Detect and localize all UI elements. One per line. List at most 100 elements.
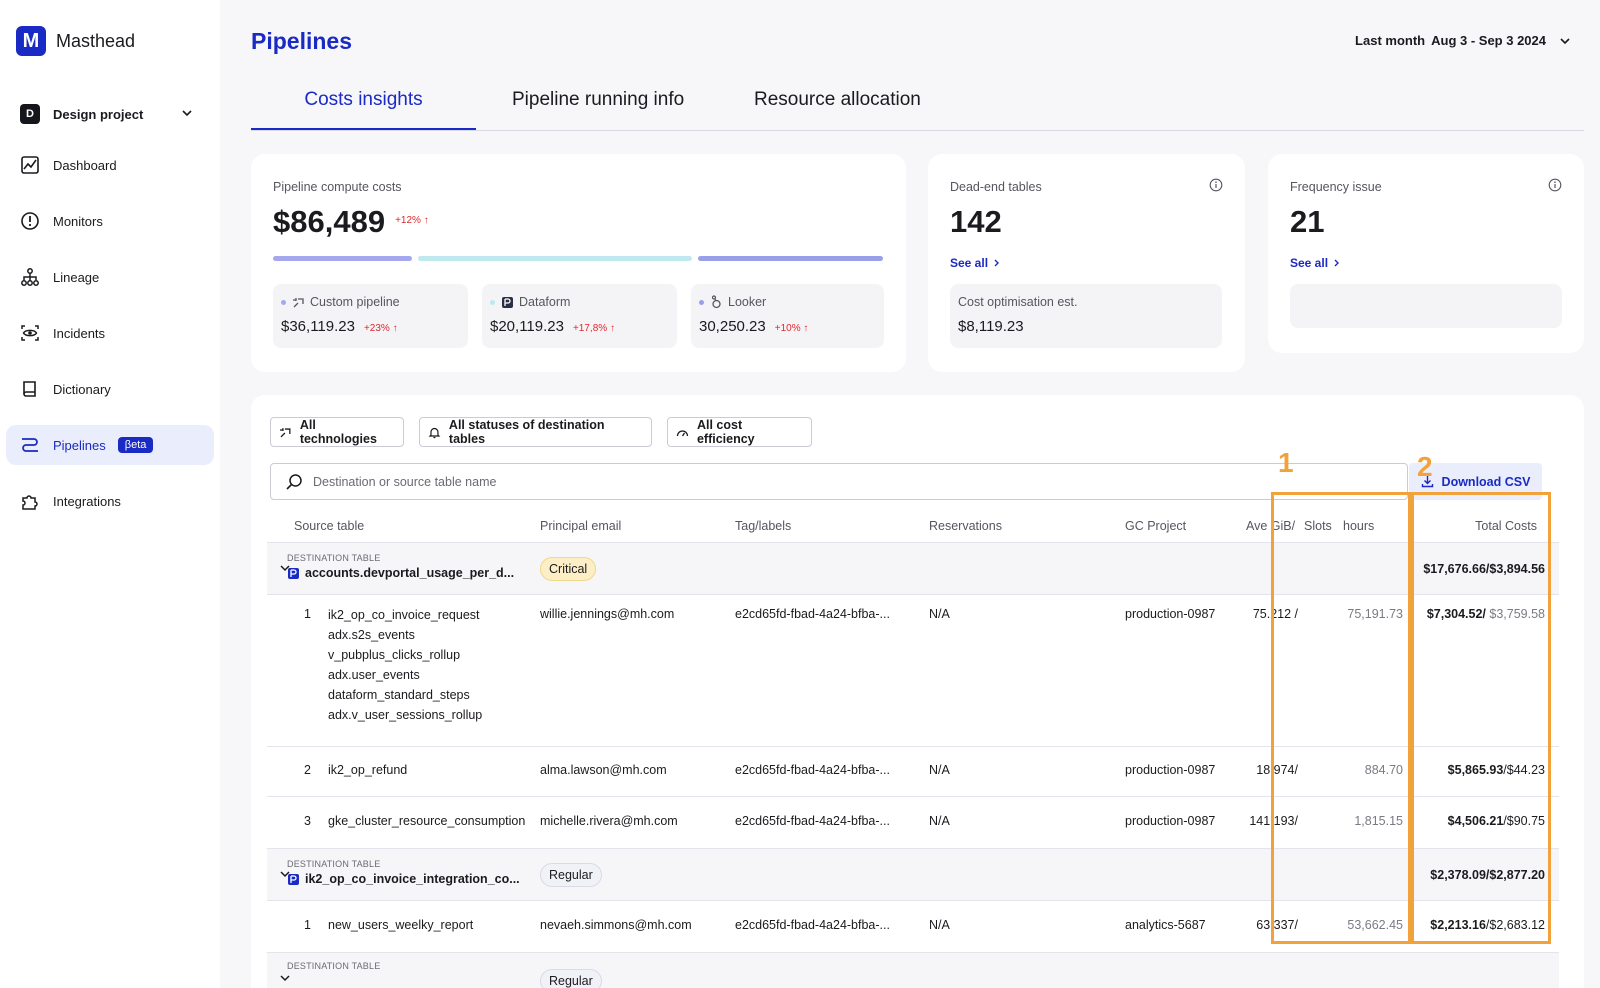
subcard-label: Dataform <box>519 295 571 309</box>
sidebar-item-dictionary[interactable]: Dictionary <box>6 369 214 409</box>
source-table[interactable]: ik2_op_refund <box>328 763 407 777</box>
search-icon <box>286 473 302 490</box>
project-badge: D <box>20 104 40 124</box>
tab-costs-insights[interactable]: Costs insights <box>251 89 476 130</box>
brand-logo: M <box>16 26 46 56</box>
column-email[interactable]: Principal email <box>540 519 621 533</box>
technologies-icon <box>279 427 291 437</box>
status-badge: Critical <box>540 557 597 581</box>
column-source[interactable]: Source table <box>294 519 364 533</box>
see-all-link[interactable]: See all <box>1290 256 1342 270</box>
principal-email: willie.jennings@mh.com <box>540 607 675 621</box>
page-title: Pipelines <box>251 28 352 54</box>
tag-label: e2cd65fd-fbad-4a24-bfba-... <box>735 918 890 932</box>
see-all-link[interactable]: See all <box>950 256 1002 270</box>
bar-segment-looker <box>698 256 883 261</box>
bar-segment-custom-pipeline <box>273 256 412 261</box>
puzzle-icon <box>20 491 40 511</box>
source-table[interactable]: v_pubplus_clicks_rollup <box>328 645 482 665</box>
info-icon[interactable] <box>1548 178 1562 192</box>
dataform-icon <box>502 296 513 308</box>
cost-distribution-bar <box>273 256 883 261</box>
chevron-down-icon <box>1560 37 1570 44</box>
destination-group-row[interactable]: DESTINATION TABLE Regular <box>267 953 1559 988</box>
sidebar-item-integrations[interactable]: Integrations <box>6 481 214 521</box>
bell-icon <box>428 427 441 438</box>
column-reservations[interactable]: Reservations <box>929 519 1002 533</box>
tag-label: e2cd65fd-fbad-4a24-bfba-... <box>735 763 890 777</box>
brand[interactable]: M Masthead <box>16 26 135 56</box>
date-range-selector[interactable]: Last month Aug 3 - Sep 3 2024 <box>1355 33 1572 48</box>
dead-end-value: 142 <box>950 204 1002 239</box>
source-table[interactable]: gke_cluster_resource_consumption <box>328 814 525 828</box>
chevron-down-icon[interactable] <box>279 972 291 984</box>
chevron-right-icon <box>994 259 1000 267</box>
legend-dot <box>490 299 495 305</box>
chart-icon <box>20 155 40 175</box>
compute-costs-delta: +12% ↑ <box>395 215 429 226</box>
compute-costs-value: $86,489 <box>273 204 386 239</box>
sidebar-item-lineage[interactable]: Lineage <box>6 257 214 297</box>
frequency-issue-card: Frequency issue 21 See all <box>1268 154 1584 353</box>
sidebar-item-label: Integrations <box>53 493 121 509</box>
column-tags[interactable]: Tag/labels <box>735 519 791 533</box>
row-number: 3 <box>304 814 311 828</box>
frequency-label: Frequency issue <box>1290 180 1382 194</box>
source-table[interactable]: adx.user_events <box>328 665 482 685</box>
info-icon[interactable] <box>1209 178 1223 192</box>
eye-icon <box>20 323 40 343</box>
looker-icon <box>711 295 721 309</box>
gauge-icon <box>676 429 689 436</box>
gc-project: production-0987 <box>1125 763 1216 777</box>
gc-project: production-0987 <box>1125 814 1216 828</box>
sidebar-item-label: Monitors <box>53 213 103 229</box>
filter-statuses[interactable]: All statuses of destination tables <box>419 417 652 447</box>
filter-cost-efficiency[interactable]: All cost efficiency <box>667 417 812 447</box>
sidebar-item-dashboard[interactable]: Dashboard <box>6 145 214 185</box>
column-gc-project[interactable]: GC Project <box>1125 519 1186 533</box>
tab-pipeline-running-info[interactable]: Pipeline running info <box>512 89 684 130</box>
search-input[interactable] <box>313 474 1213 489</box>
bar-segment-dataform <box>418 256 692 261</box>
source-table[interactable]: adx.s2s_events <box>328 625 482 645</box>
status-badge: Regular <box>540 969 602 988</box>
source-table[interactable]: ik2_op_co_invoice_request <box>328 605 482 625</box>
project-name: Design project <box>53 106 144 122</box>
subcard-value: 30,250.23 <box>699 318 766 335</box>
lineage-icon <box>20 267 40 287</box>
row-number: 1 <box>304 607 311 621</box>
subcard-value: $8,119.23 <box>958 318 1024 335</box>
custom-pipeline-subcard[interactable]: Custom pipeline $36,119.23 +23% ↑ <box>273 284 468 348</box>
beta-badge: βeta <box>117 437 154 453</box>
chevron-right-icon <box>1334 259 1340 267</box>
alert-circle-icon <box>20 211 40 231</box>
sidebar-item-label: Dictionary <box>53 381 111 397</box>
dead-end-tables-card: Dead-end tables 142 See all Cost optimis… <box>928 154 1245 372</box>
subcard-label: Looker <box>728 295 767 309</box>
source-table[interactable]: dataform_standard_steps <box>328 685 482 705</box>
subcard-delta: +17,8% ↑ <box>572 323 615 334</box>
dead-end-label: Dead-end tables <box>950 180 1042 194</box>
chevron-down-icon <box>182 110 192 117</box>
tag-label: e2cd65fd-fbad-4a24-bfba-... <box>735 607 890 621</box>
subcard-delta: +10% ↑ <box>774 323 809 334</box>
destination-caption: DESTINATION TABLE <box>287 553 381 563</box>
destination-caption: DESTINATION TABLE <box>287 859 381 869</box>
destination-name: ik2_op_co_invoice_integration_co... <box>305 872 520 886</box>
row-number: 2 <box>304 763 311 777</box>
sidebar-item-monitors[interactable]: Monitors <box>6 201 214 241</box>
search-box[interactable] <box>270 463 1408 500</box>
sidebar-item-incidents[interactable]: Incidents <box>6 313 214 353</box>
looker-subcard[interactable]: Looker 30,250.23 +10% ↑ <box>691 284 884 348</box>
annotation-box-2 <box>1411 492 1551 944</box>
sidebar-item-pipelines[interactable]: Pipelines βeta <box>6 425 214 465</box>
filter-technologies[interactable]: All technologies <box>270 417 404 447</box>
subcard-value: $20,119.23 <box>490 318 564 335</box>
source-table[interactable]: new_users_weelky_report <box>328 918 473 932</box>
sidebar-nav: Dashboard Monitors Lineage Incidents Dic… <box>6 145 214 537</box>
date-range-label: Last month <box>1355 33 1426 48</box>
tab-resource-allocation[interactable]: Resource allocation <box>754 89 921 130</box>
dataform-subcard[interactable]: Dataform $20,119.23 +17,8% ↑ <box>482 284 677 348</box>
source-table[interactable]: adx.v_user_sessions_rollup <box>328 705 482 725</box>
project-selector[interactable]: D Design project <box>20 102 200 126</box>
